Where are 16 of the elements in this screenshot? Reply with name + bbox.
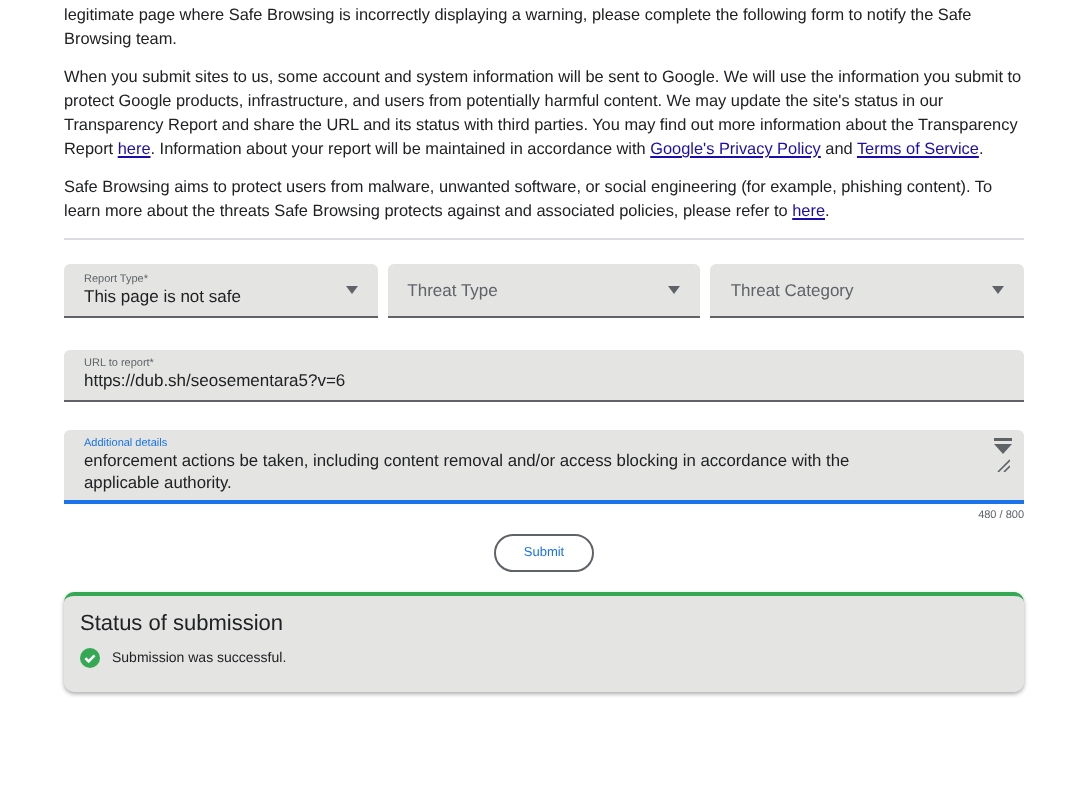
select-field[interactable]: Threat Category (710, 264, 1025, 318)
link[interactable]: Terms of Service (856, 140, 979, 158)
paragraph: Safe Browsing aims to protect users from malware, unwanted software, or social engineering (for example, phishing content). To learn more about the threats Safe Browsing protects against and associated policies, please refer to here. (64, 176, 995, 224)
paragraph: legitimate page where Safe Browsing is incorrectly displaying a warning, please complete the following form to notify the Safe Browsing team. (64, 4, 974, 52)
resize-handle-icon[interactable] (996, 458, 1010, 472)
select-field[interactable]: Threat Type (387, 264, 701, 318)
dropdown-caret-icon (992, 286, 1005, 294)
scroll-arrow-icon[interactable] (994, 438, 1012, 454)
link[interactable]: Google's Privacy Policy (650, 140, 821, 158)
link[interactable]: here (117, 140, 151, 158)
dropdown-caret-icon (668, 286, 681, 294)
status-title: Status of submission (80, 612, 285, 636)
check-circle-icon (80, 648, 100, 668)
paragraph: When you submit sites to us, some account and system information will be sent to Google. We will use the information you submit to protect Google products, infrastructure, and users from potentially harmful content. We may update the site's status in our Transparency Report and share the URL and its status with third parties. You may find out more information about the Transparency Report here. Information about your report will be maintained in accordance with Google's Privacy Policy and Terms of Service. (64, 66, 1024, 162)
link[interactable]: here (792, 202, 825, 220)
dropdown-caret-icon (345, 286, 358, 294)
